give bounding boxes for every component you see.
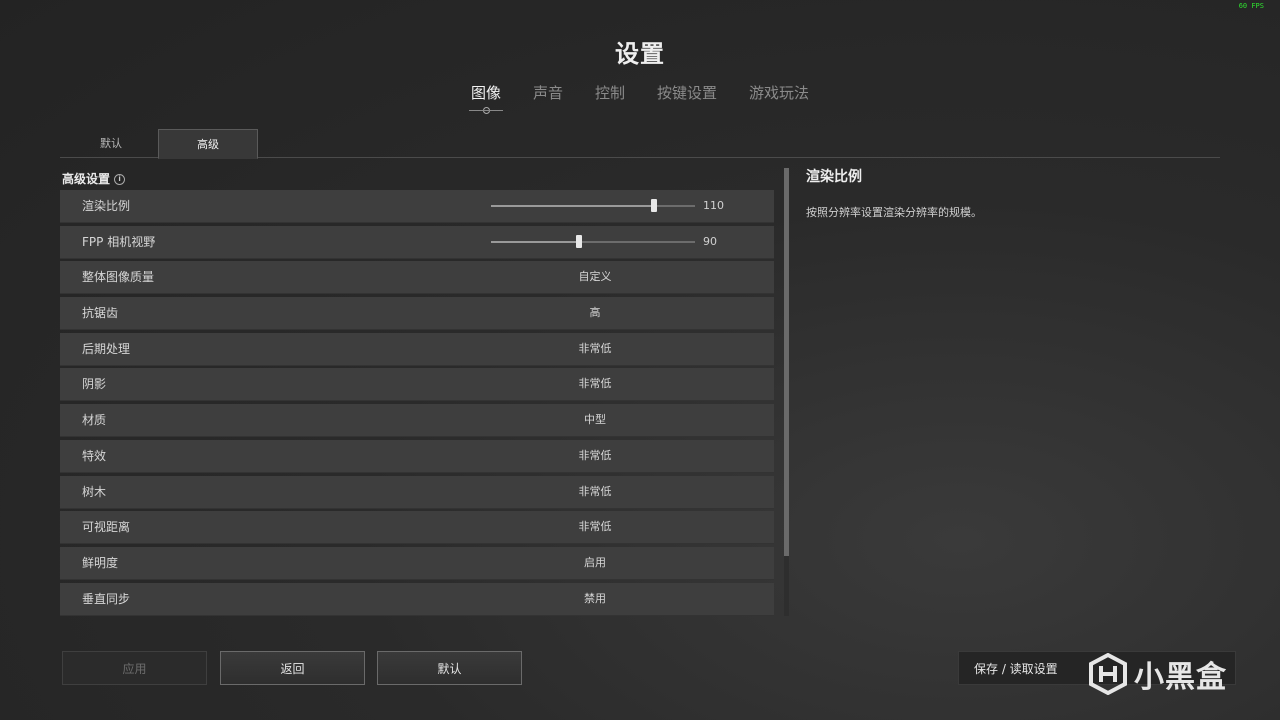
slider-fill — [491, 205, 655, 207]
description-text: 按照分辨率设置渲染分辨率的规模。 — [806, 206, 982, 219]
setting-value[interactable]: 启用 — [440, 547, 750, 579]
setting-value[interactable]: 高 — [440, 297, 750, 329]
setting-row-textures[interactable]: 材质 中型 — [60, 404, 774, 438]
section-title-label: 高级设置 — [62, 172, 111, 186]
setting-row-sharpen[interactable]: 鲜明度 启用 — [60, 546, 774, 580]
section-title: 高级设置 i — [62, 170, 126, 187]
setting-label: 渲染比例 — [82, 199, 131, 213]
setting-row-foliage[interactable]: 树木 非常低 — [60, 475, 774, 509]
watermark-text: 小黑盒 — [1134, 660, 1227, 695]
tab-audio[interactable]: 声音 — [517, 82, 579, 103]
setting-value[interactable]: 自定义 — [440, 261, 750, 293]
setting-row-overall-quality[interactable]: 整体图像质量 自定义 — [60, 261, 774, 295]
setting-value[interactable]: 非常低 — [440, 511, 750, 543]
slider-thumb[interactable] — [575, 234, 582, 248]
setting-row-effects[interactable]: 特效 非常低 — [60, 439, 774, 473]
sub-tabs: 默认 高级 — [60, 129, 1220, 159]
setting-label: 整体图像质量 — [82, 270, 155, 285]
settings-list: 渲染比例 110 FPP 相机视野 90 整体图像质量 自定义 抗锯齿 高 后期… — [60, 190, 774, 616]
subtab-default[interactable]: 默认 — [62, 129, 160, 157]
scrollbar-thumb[interactable] — [784, 168, 789, 556]
setting-row-vsync[interactable]: 垂直同步 禁用 — [60, 582, 774, 616]
main-tabs: 图像 声音 控制 按键设置 游戏玩法 — [0, 82, 1280, 114]
setting-label: 垂直同步 — [82, 591, 131, 606]
setting-value[interactable]: 非常低 — [440, 476, 750, 508]
setting-value[interactable]: 中型 — [440, 404, 750, 436]
setting-label: 特效 — [82, 448, 107, 463]
tab-keybindings[interactable]: 按键设置 — [641, 82, 733, 103]
tab-controls[interactable]: 控制 — [579, 82, 641, 103]
setting-value[interactable]: 非常低 — [440, 368, 750, 400]
setting-row-view-distance[interactable]: 可视距离 非常低 — [60, 511, 774, 545]
setting-row-render-scale[interactable]: 渲染比例 110 — [60, 190, 774, 223]
slider-value: 90 — [703, 234, 717, 248]
setting-label: 可视距离 — [82, 520, 131, 535]
setting-label: 后期处理 — [82, 341, 131, 356]
setting-label: 树木 — [82, 484, 107, 499]
apply-button[interactable]: 应用 — [62, 651, 207, 685]
setting-label: FPP 相机视野 — [82, 234, 156, 249]
slider-fill — [491, 240, 579, 243]
watermark: 小黑盒 — [1088, 651, 1227, 697]
settings-scrollbar[interactable] — [784, 168, 789, 616]
setting-row-fpp-fov[interactable]: FPP 相机视野 90 — [60, 225, 774, 259]
setting-value[interactable]: 非常低 — [440, 333, 750, 365]
page-title: 设置 — [615, 40, 665, 68]
setting-value[interactable]: 非常低 — [440, 440, 750, 472]
xiaoheihe-logo-icon — [1089, 653, 1127, 695]
setting-label: 鲜明度 — [82, 555, 119, 570]
setting-value[interactable]: 禁用 — [440, 583, 750, 615]
back-button[interactable]: 返回 — [220, 651, 365, 685]
setting-label: 材质 — [82, 413, 107, 428]
setting-label: 阴影 — [82, 377, 107, 392]
subtab-advanced[interactable]: 高级 — [158, 129, 258, 159]
setting-label: 抗锯齿 — [82, 306, 119, 321]
slider-thumb[interactable] — [651, 199, 658, 212]
tab-gameplay[interactable]: 游戏玩法 — [733, 82, 825, 103]
setting-row-post-processing[interactable]: 后期处理 非常低 — [60, 332, 774, 366]
slider-value: 110 — [703, 199, 724, 212]
info-icon[interactable]: i — [114, 174, 126, 185]
description-title: 渲染比例 — [806, 169, 862, 185]
setting-row-shadows[interactable]: 阴影 非常低 — [60, 368, 774, 402]
fpp-fov-slider[interactable] — [491, 234, 695, 248]
render-scale-slider[interactable] — [491, 199, 695, 212]
setting-row-anti-aliasing[interactable]: 抗锯齿 高 — [60, 297, 774, 331]
tab-graphics[interactable]: 图像 — [455, 82, 517, 114]
default-button[interactable]: 默认 — [377, 651, 522, 685]
fps-counter: 60 FPS — [1238, 2, 1264, 10]
